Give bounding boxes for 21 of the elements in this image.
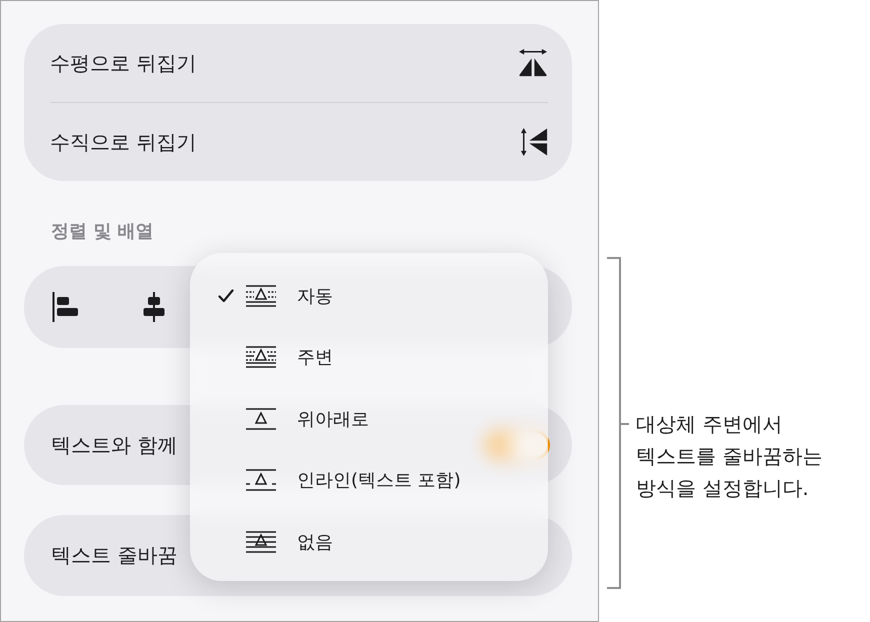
wrap-around-icon — [246, 346, 276, 368]
flip-vertical-icon — [520, 127, 548, 157]
wrap-menu-item[interactable]: 인라인(텍스트 포함) — [190, 450, 548, 511]
flip-button[interactable]: 수평으로 뒤집기 — [24, 24, 572, 102]
section-title: 정렬 및 배열 — [51, 220, 154, 244]
wrap-menu-item[interactable]: 위아래로 — [190, 388, 548, 450]
wrap-menu-item[interactable]: 주변 — [190, 326, 548, 388]
wrap-auto-icon — [246, 284, 276, 307]
wrap-menu-item[interactable]: 자동 — [190, 265, 548, 326]
move-with-text-label: 텍스트와 함께 — [51, 432, 178, 458]
wrap-none-icon — [246, 530, 276, 553]
text-wrap-label: 텍스트 줄바꿈 — [51, 542, 178, 569]
callout-text: 대상체 주변에서 텍스트를 줄바꿈하는 방식을 설정합니다. — [636, 411, 822, 502]
flip-button[interactable]: 수직으로 뒤집기 — [24, 103, 572, 181]
align-button[interactable] — [52, 292, 80, 322]
wrap-menu-item[interactable]: 없음 — [190, 511, 548, 572]
wrap-top-bottom-icon — [246, 408, 276, 430]
align-left-icon — [52, 292, 80, 322]
wrap-inline-icon — [246, 469, 276, 492]
checkmark-icon — [218, 288, 234, 303]
flip-horizontal-icon — [518, 49, 548, 77]
